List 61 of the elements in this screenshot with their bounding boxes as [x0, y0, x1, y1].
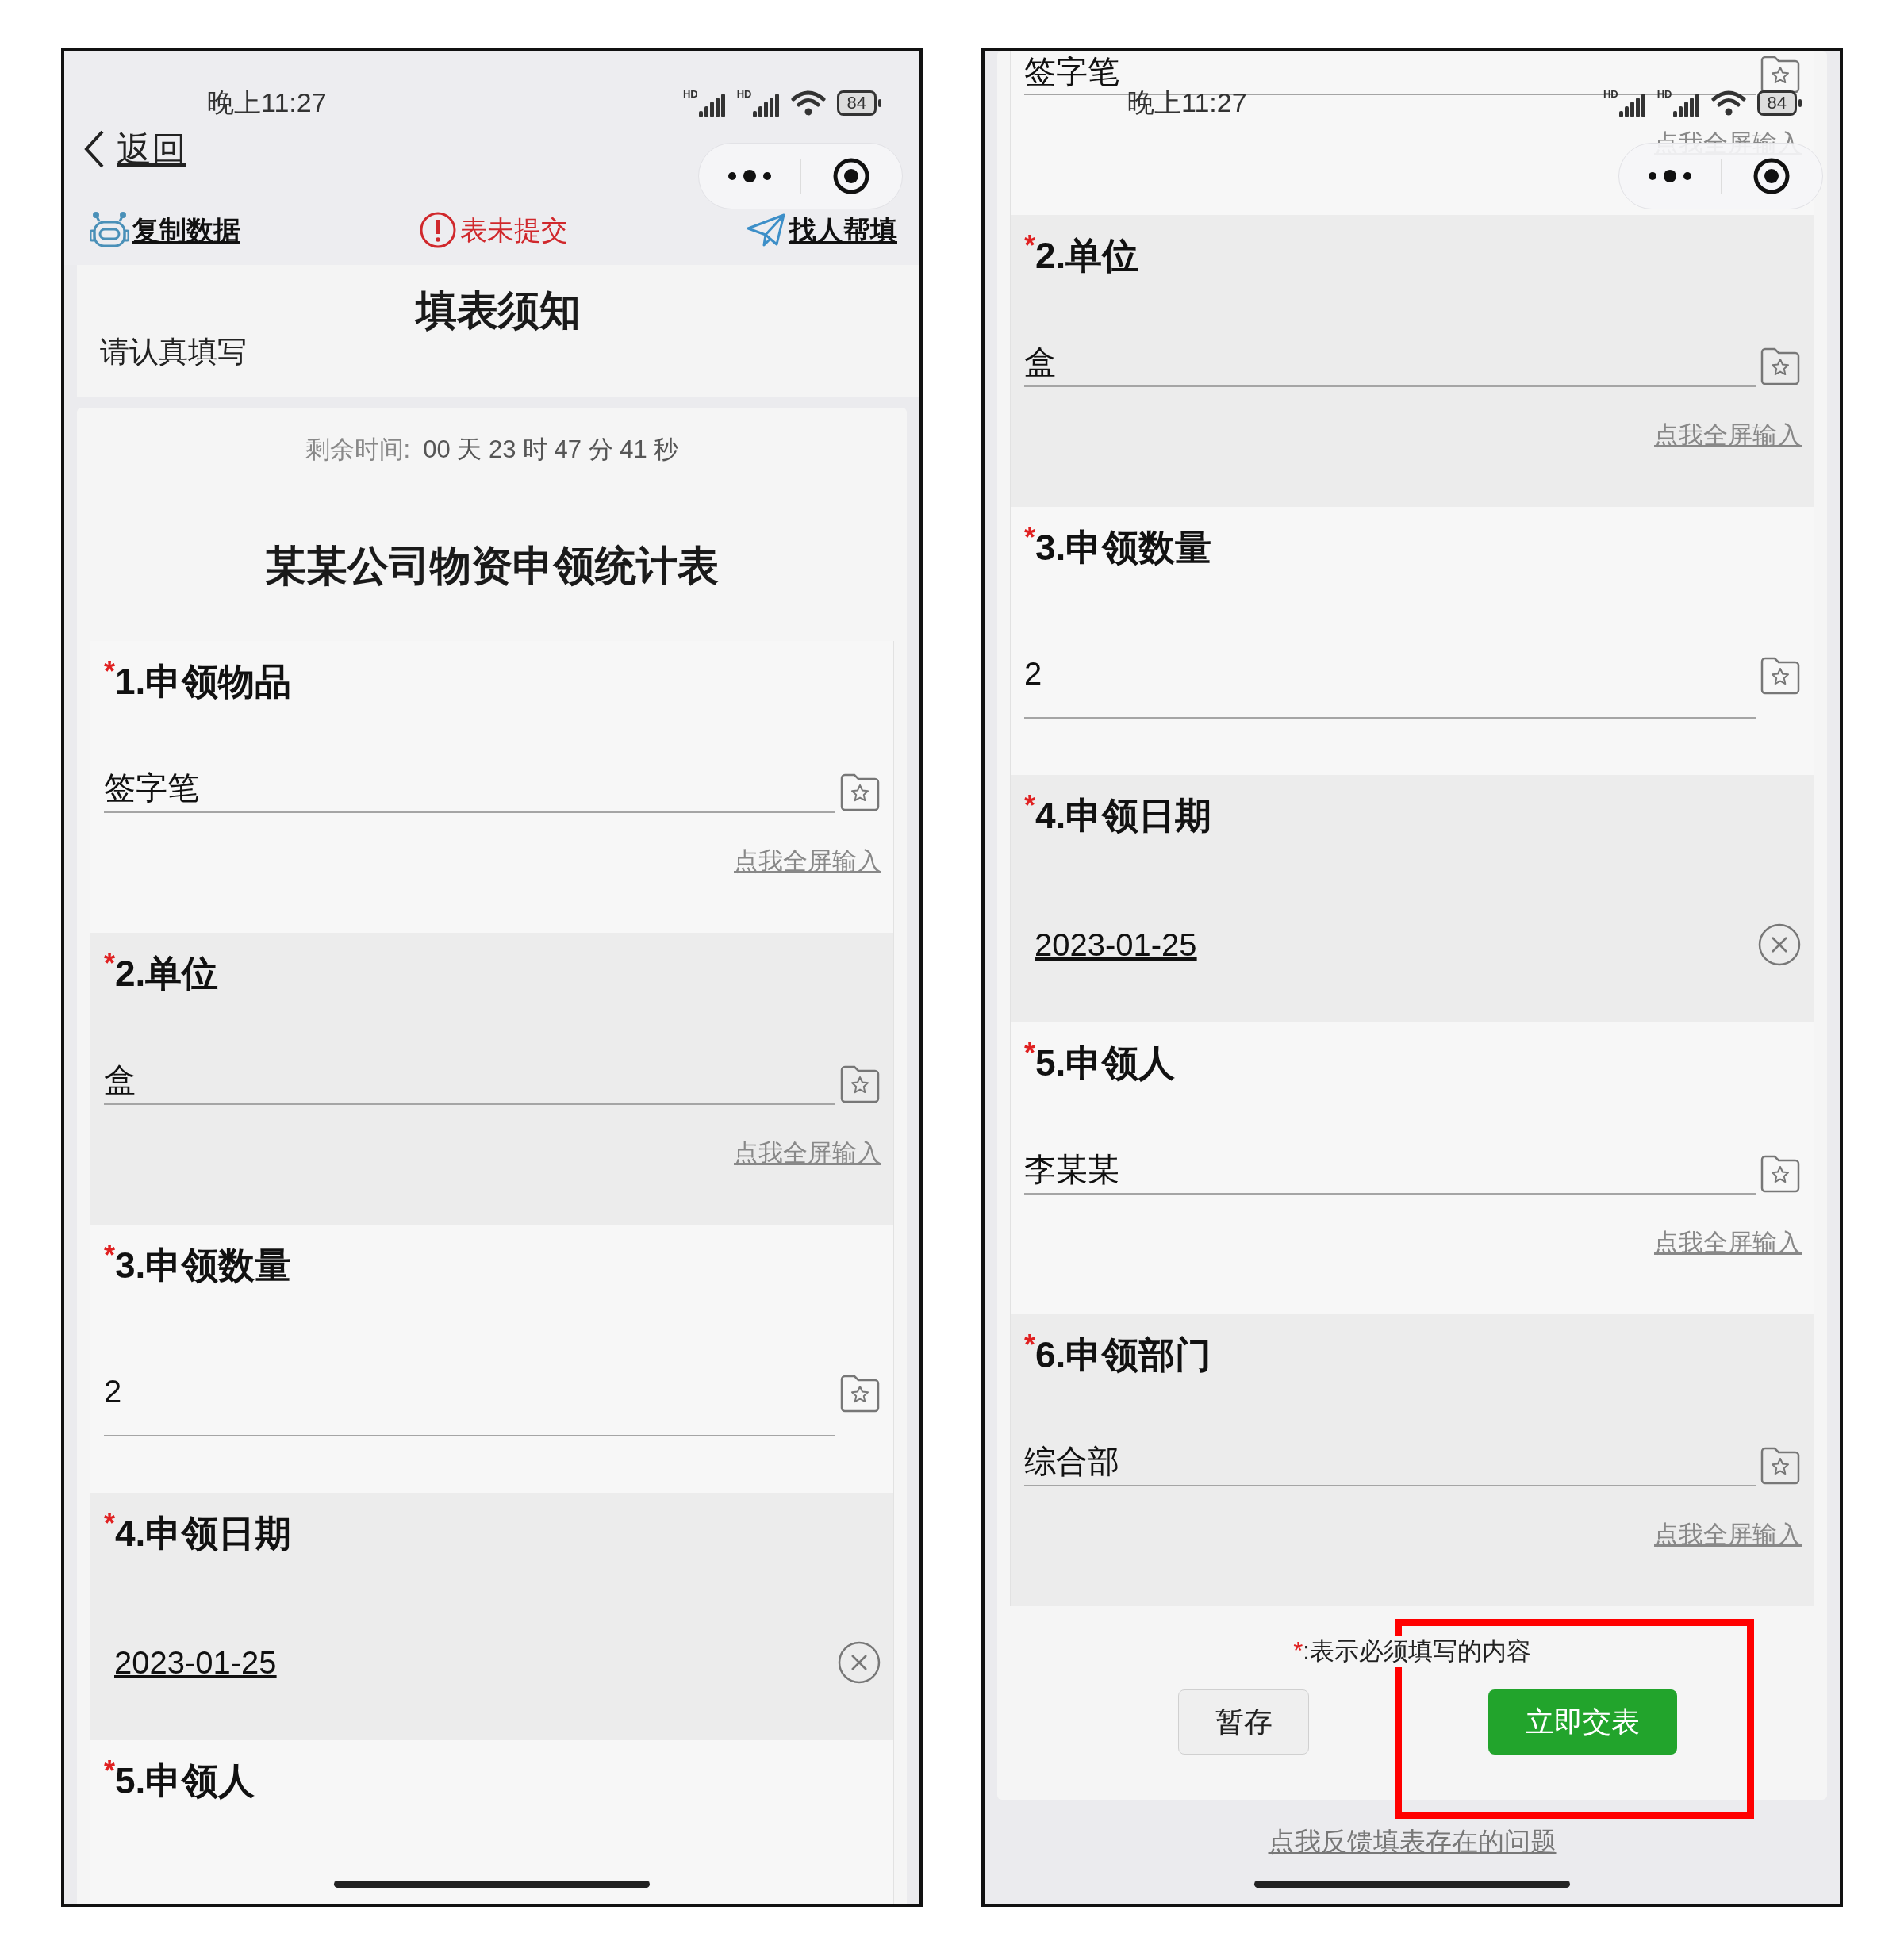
date-field[interactable]: 2023-01-25 [114, 1644, 277, 1681]
required-mark: * [104, 949, 115, 978]
find-helper-link[interactable]: 找人帮填 [789, 212, 897, 248]
feedback-link[interactable]: 点我反馈填表存在的问题 [1268, 1828, 1557, 1854]
network-type-label: HD [736, 89, 752, 99]
input-field[interactable]: 李某某 [1024, 1145, 1756, 1195]
save-draft-button[interactable]: 暂存 [1178, 1689, 1309, 1755]
wifi-icon [1710, 90, 1746, 117]
network-type-label: HD [682, 89, 698, 99]
question-label: 4.申领日期 [1035, 794, 1212, 838]
status-time: 晚上11:27 [207, 86, 327, 119]
input-field[interactable]: 签字笔 [104, 764, 835, 813]
question-label: 5.申领人 [115, 1759, 255, 1803]
question-label: 2.单位 [1035, 234, 1139, 278]
notice-title: 填表须知 [413, 286, 582, 334]
target-icon[interactable] [1752, 157, 1791, 195]
submission-status: 表未提交 [460, 214, 568, 247]
clear-icon[interactable] [837, 1640, 881, 1685]
required-mark: * [1024, 792, 1035, 820]
countdown-label: 剩余时间: [305, 435, 411, 465]
clear-icon[interactable] [1757, 922, 1802, 967]
input-field[interactable]: 综合部 [1024, 1437, 1756, 1486]
target-icon[interactable] [832, 157, 871, 195]
question-label: 5.申领人 [1035, 1041, 1176, 1085]
question-label: 3.申领数量 [115, 1244, 292, 1287]
paper-plane-icon [747, 213, 786, 247]
required-mark: * [104, 1757, 115, 1785]
required-mark: * [1293, 1636, 1303, 1666]
notice-text: 请认真填写 [100, 335, 248, 370]
question-label: 2.单位 [115, 952, 219, 995]
battery-indicator: 84 [836, 90, 881, 116]
copy-data-link[interactable]: 复制数据 [132, 212, 240, 248]
required-mark: * [1024, 1039, 1035, 1068]
robot-icon [90, 212, 129, 248]
input-field[interactable]: 盒 [1024, 338, 1756, 387]
back-chevron-icon[interactable] [83, 129, 106, 169]
input-field[interactable]: 2 [1024, 631, 1756, 719]
input-field[interactable]: 2 [104, 1348, 835, 1436]
signal-icon [752, 94, 780, 117]
required-mark: * [104, 1509, 115, 1538]
input-field[interactable]: 盒 [104, 1056, 835, 1105]
alert-icon [419, 211, 457, 249]
required-mark: * [104, 658, 115, 686]
required-mark: * [1024, 1331, 1035, 1360]
back-link[interactable]: 返回 [117, 127, 186, 171]
question-label: 6.申领部门 [1035, 1333, 1212, 1377]
form-title: 某某公司物资申领统计表 [264, 542, 720, 589]
required-mark: * [1024, 524, 1035, 552]
battery-indicator: 84 [1756, 90, 1802, 116]
signal-icon [1672, 94, 1700, 117]
required-note: :表示必须填写的内容 [1303, 1636, 1531, 1667]
required-mark: * [1024, 232, 1035, 260]
signal-icon [1618, 94, 1646, 117]
countdown-value: 00 天 23 时 47 分 41 秒 [423, 435, 679, 465]
date-field[interactable]: 2023-01-25 [1035, 926, 1197, 963]
question-label: 4.申领日期 [115, 1512, 292, 1555]
question-label: 1.申领物品 [115, 660, 292, 704]
required-mark: * [104, 1241, 115, 1270]
wifi-icon [790, 90, 826, 117]
signal-icon [698, 94, 726, 117]
question-label: 3.申领数量 [1035, 526, 1212, 570]
